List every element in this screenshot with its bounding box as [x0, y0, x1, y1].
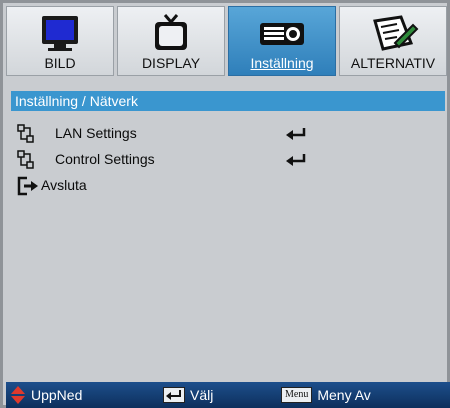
osd-window: BILD DISPLAY Inställning ALTERNATIV Inst… [0, 0, 450, 408]
menu-item-label: Avsluta [41, 177, 87, 193]
breadcrumb: Inställning / Nätverk [11, 91, 445, 111]
exit-icon [17, 176, 39, 196]
tab-alternativ[interactable]: ALTERNATIV [339, 6, 447, 76]
help-bar: UppNed Välj Menu Meny Av [6, 382, 450, 408]
enter-key-icon [163, 387, 185, 403]
tab-label: BILD [44, 55, 76, 71]
network-icon [17, 150, 39, 170]
help-select-label: Välj [190, 387, 214, 403]
breadcrumb-text: Inställning / Nätverk [15, 93, 138, 109]
enter-arrow-icon [284, 126, 308, 142]
projector-icon [229, 13, 335, 53]
tab-bar: BILD DISPLAY Inställning ALTERNATIV [6, 6, 447, 76]
network-icon [17, 124, 39, 144]
help-select: Välj [163, 386, 213, 404]
tab-label: ALTERNATIV [350, 55, 436, 71]
tv-icon [118, 13, 224, 53]
tab-installning[interactable]: Inställning [228, 6, 336, 76]
menu-item-label: Control Settings [55, 151, 155, 167]
menu-item-exit[interactable]: Avsluta [11, 175, 331, 197]
updown-arrow-icon [11, 386, 25, 404]
help-menu-off: Menu Meny Av [281, 386, 371, 404]
monitor-icon [7, 13, 113, 53]
menu-key-icon: Menu [281, 387, 313, 403]
help-updown-label: UppNed [31, 387, 83, 403]
tab-display[interactable]: DISPLAY [117, 6, 225, 76]
help-updown: UppNed [10, 386, 82, 404]
tab-bild[interactable]: BILD [6, 6, 114, 76]
menu-item-control-settings[interactable]: Control Settings [11, 149, 331, 171]
tab-label: Inställning [250, 55, 314, 71]
menu-item-lan-settings[interactable]: LAN Settings [11, 123, 331, 145]
menu-item-label: LAN Settings [55, 125, 137, 141]
menu-content: LAN Settings Control Settings Avsluta [11, 115, 445, 380]
settings-pen-icon [340, 13, 446, 53]
help-menu-off-label: Meny Av [317, 387, 371, 403]
enter-arrow-icon [284, 152, 308, 168]
tab-label: DISPLAY [141, 55, 201, 71]
